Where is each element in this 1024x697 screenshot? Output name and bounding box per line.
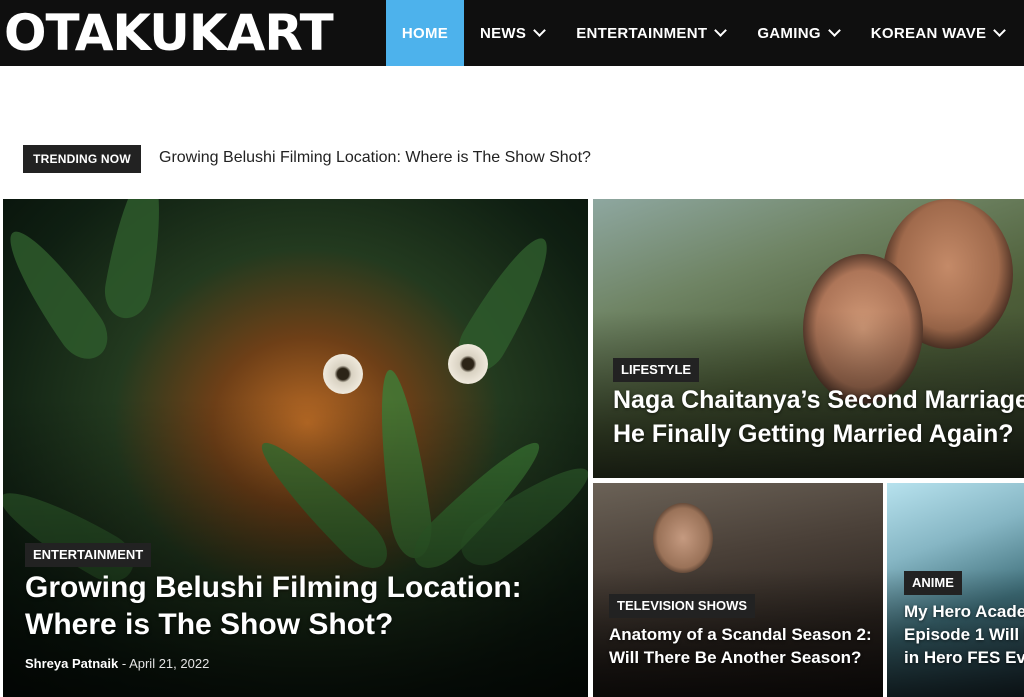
title-line: My Hero Acade	[904, 602, 1024, 621]
title-line: He Finally Getting Married Again?	[613, 420, 1014, 448]
featured-article-3[interactable]: TELEVISION SHOWS Anatomy of a Scandal Se…	[593, 483, 883, 697]
trending-badge: TRENDING NOW	[23, 145, 141, 173]
nav-home[interactable]: HOME	[386, 0, 464, 66]
logo-text: OTAKUKART	[4, 4, 334, 62]
title-line: Growing Belushi Filming Location:	[25, 571, 522, 604]
chevron-down-icon	[827, 23, 841, 37]
article-title[interactable]: Anatomy of a Scandal Season 2: Will Ther…	[609, 623, 872, 669]
site-logo[interactable]: OTAKUKART	[4, 6, 366, 60]
nav-korean-wave-label: KOREAN WAVE	[870, 24, 987, 42]
author-name[interactable]: Shreya Patnaik	[25, 656, 118, 671]
nav-news-label: NEWS	[480, 24, 527, 42]
eye-graphic	[448, 344, 488, 384]
main-nav: HOME NEWS ENTERTAINMENT GAMING KOREAN WA…	[386, 0, 1020, 66]
article-title[interactable]: Growing Belushi Filming Location: Where …	[25, 569, 522, 643]
category-badge[interactable]: ANIME	[904, 571, 962, 595]
article-title[interactable]: Naga Chaitanya’s Second Marriage He Fina…	[613, 383, 1024, 451]
title-line: Anatomy of a Scandal Season 2:	[609, 625, 872, 644]
title-line: in Hero FES Eve	[904, 648, 1024, 667]
title-line: Episode 1 Will b	[904, 625, 1024, 644]
nav-entertainment-label: ENTERTAINMENT	[576, 24, 708, 42]
featured-article-4[interactable]: ANIME My Hero Acade Episode 1 Will b in …	[887, 483, 1024, 697]
title-line: Will There Be Another Season?	[609, 648, 862, 667]
site-header: OTAKUKART HOME NEWS ENTERTAINMENT GAMING…	[0, 0, 1024, 66]
chevron-down-icon	[993, 23, 1007, 37]
nav-gaming-label: GAMING	[757, 24, 821, 42]
nav-home-label: HOME	[401, 24, 449, 42]
leaf-decoration	[100, 199, 172, 322]
featured-article-main[interactable]: ENTERTAINMENT Growing Belushi Filming Lo…	[3, 199, 588, 697]
person-graphic	[653, 503, 713, 573]
category-badge[interactable]: TELEVISION SHOWS	[609, 594, 756, 618]
title-line: Where is The Show Shot?	[25, 608, 394, 641]
chevron-down-icon	[714, 23, 728, 37]
category-badge[interactable]: LIFESTYLE	[613, 358, 700, 382]
nav-news[interactable]: NEWS	[464, 0, 560, 66]
trending-headline-link[interactable]: Growing Belushi Filming Location: Where …	[159, 149, 591, 167]
nav-korean-wave[interactable]: KOREAN WAVE	[855, 0, 1021, 66]
article-title[interactable]: My Hero Acade Episode 1 Will b in Hero F…	[904, 600, 1024, 669]
leaf-decoration	[3, 219, 118, 369]
title-line: Naga Chaitanya’s Second Marriage	[613, 386, 1024, 414]
featured-article-2[interactable]: LIFESTYLE Naga Chaitanya’s Second Marria…	[593, 199, 1024, 478]
publish-date: April 21, 2022	[129, 656, 210, 671]
category-badge[interactable]: ENTERTAINMENT	[25, 543, 152, 567]
article-byline: Shreya Patnaik - April 21, 2022	[25, 656, 210, 671]
eye-graphic	[323, 354, 363, 394]
nav-entertainment[interactable]: ENTERTAINMENT	[560, 0, 741, 66]
nav-gaming[interactable]: GAMING	[741, 0, 854, 66]
chevron-down-icon	[533, 23, 547, 37]
